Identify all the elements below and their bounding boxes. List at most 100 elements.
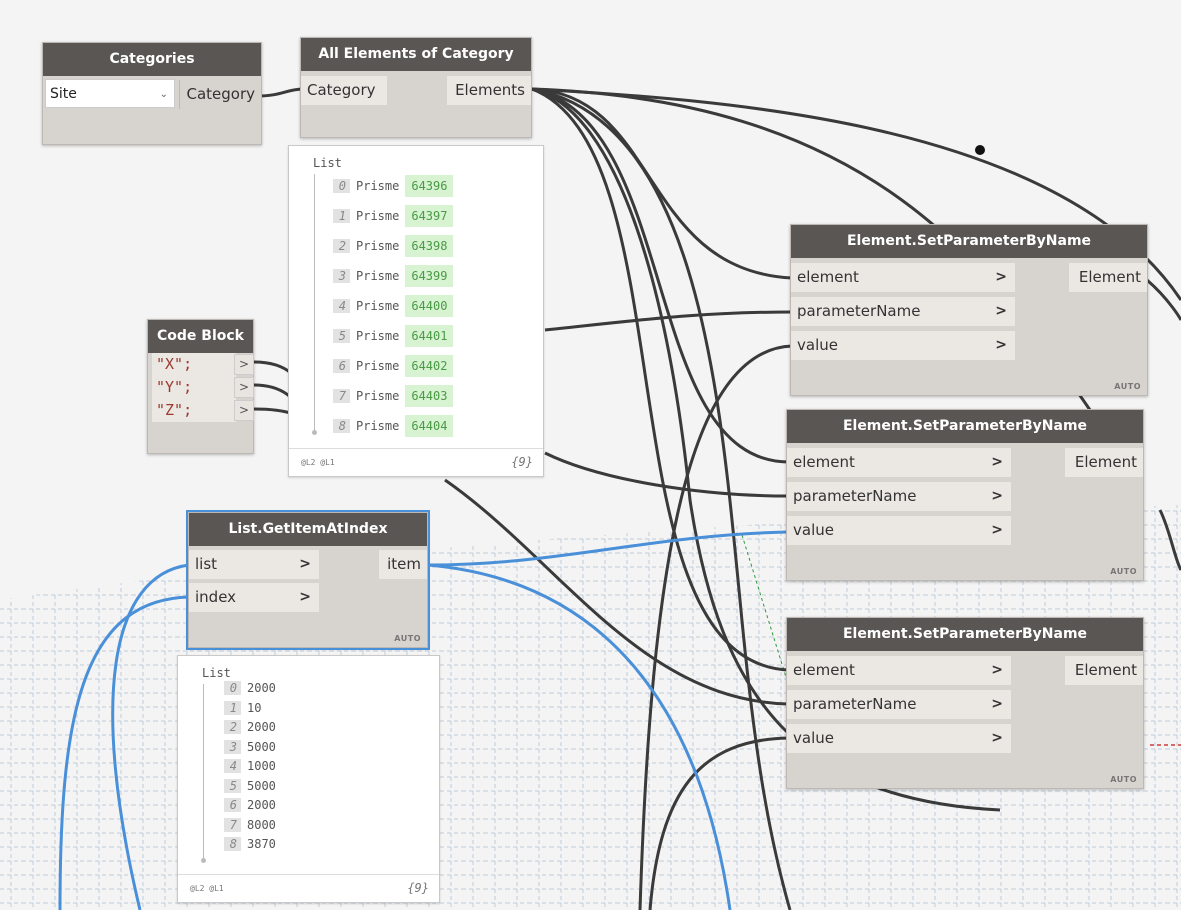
chevron-right-icon: > — [991, 696, 1003, 712]
input-port-parametername[interactable]: parameterName > — [787, 482, 1011, 511]
node-title: Element.SetParameterByName — [791, 225, 1147, 258]
port-label: element — [797, 268, 859, 286]
item-index: 1 — [224, 700, 241, 715]
input-port-list[interactable]: list > — [189, 550, 319, 579]
item-value: 2000 — [247, 798, 276, 812]
list-item: 8 3870 — [224, 834, 276, 854]
input-port-category[interactable]: Category — [301, 76, 387, 105]
item-index: 5 — [224, 778, 241, 793]
dropdown-value: Site — [50, 86, 77, 102]
port-label: parameterName — [793, 695, 917, 713]
output-port-z[interactable]: > — [234, 400, 254, 421]
node-all-elements-of-category[interactable]: All Elements of Category Category Elemen… — [300, 37, 532, 138]
lacing-label[interactable]: AUTO — [1110, 567, 1137, 576]
input-port-value[interactable]: value > — [787, 516, 1011, 545]
input-port-element[interactable]: element > — [787, 448, 1011, 477]
item-value: 10 — [247, 700, 262, 715]
input-port-element[interactable]: element > — [787, 656, 1011, 685]
input-port-value[interactable]: value > — [791, 331, 1015, 360]
node-setparameterbyname-1[interactable]: Element.SetParameterByName element > para… — [790, 224, 1148, 396]
preview-footer: @L2 @L1 {9} — [289, 448, 543, 476]
origin-dot — [975, 145, 985, 155]
item-value: 3870 — [247, 837, 276, 851]
node-setparameterbyname-2[interactable]: Element.SetParameterByName element > para… — [786, 409, 1144, 581]
port-label: value — [797, 336, 838, 354]
preview-list-title: List — [313, 156, 342, 170]
list-item: 0 Prisme 64396 — [333, 174, 454, 198]
list-item: 2 2000 — [224, 717, 276, 737]
category-dropdown[interactable]: Site ⌄ — [45, 79, 175, 108]
list-item: 8 Prisme 64404 — [333, 414, 454, 438]
list-item: 6 Prisme 64402 — [333, 354, 454, 378]
node-list-getitematindex[interactable]: List.GetItemAtIndex list > index > item … — [186, 510, 430, 650]
wire-y-param — [544, 451, 789, 498]
item-index: 3 — [333, 269, 350, 283]
node-title: Code Block — [148, 320, 253, 353]
wire-elements-2 — [531, 87, 789, 464]
input-port-parametername[interactable]: parameterName > — [791, 297, 1015, 326]
item-name: Prisme — [356, 419, 400, 433]
port-label: element — [793, 661, 855, 679]
chevron-down-icon: ⌄ — [159, 89, 168, 100]
output-port-element[interactable]: Element — [1064, 656, 1143, 685]
item-id: 64401 — [405, 325, 454, 347]
item-id: 64396 — [405, 175, 454, 197]
lacing-label[interactable]: AUTO — [394, 634, 421, 643]
item-id: 64404 — [405, 415, 454, 437]
output-port-item[interactable]: item — [379, 550, 427, 579]
list-levels[interactable]: @L2 @L1 — [301, 458, 335, 467]
item-index: 7 — [224, 817, 241, 832]
list-tree-end — [312, 430, 317, 435]
input-port-element[interactable]: element > — [791, 263, 1015, 292]
list-tree-line — [314, 174, 315, 432]
node-title: Categories — [43, 43, 261, 76]
item-index: 6 — [333, 359, 350, 373]
node-setparameterbyname-3[interactable]: Element.SetParameterByName element > para… — [786, 617, 1144, 789]
node-title: List.GetItemAtIndex — [189, 513, 427, 546]
list-levels[interactable]: @L2 @L1 — [190, 884, 224, 893]
node-code-block[interactable]: Code Block "X"; "Y"; "Z"; > > > — [147, 319, 254, 454]
code-line-y[interactable]: "Y"; — [152, 376, 236, 399]
item-index: 2 — [333, 239, 350, 253]
output-port-element[interactable]: Element — [1068, 263, 1147, 292]
preview-values: List 0 2000 1 10 2 2000 3 5000 4 1000 5 5000 6 2000 7 8… — [177, 655, 440, 903]
lacing-label[interactable]: AUTO — [1114, 382, 1141, 391]
output-port-elements[interactable]: Elements — [447, 76, 531, 105]
lacing-label[interactable]: AUTO — [1110, 775, 1137, 784]
item-index: 4 — [333, 299, 350, 313]
item-count: {9} — [511, 455, 533, 469]
input-port-value[interactable]: value > — [787, 724, 1011, 753]
code-line-z[interactable]: "Z"; — [152, 399, 236, 422]
output-port-category[interactable]: Category — [179, 80, 261, 109]
port-label: index — [195, 588, 237, 606]
chevron-right-icon: > — [991, 730, 1003, 746]
item-index: 7 — [333, 389, 350, 403]
list-item: 7 8000 — [224, 815, 276, 835]
list-item: 3 Prisme 64399 — [333, 264, 454, 288]
code-line-x[interactable]: "X"; — [152, 353, 236, 376]
node-title: Element.SetParameterByName — [787, 618, 1143, 651]
list-item: 5 5000 — [224, 776, 276, 796]
chevron-right-icon: > — [991, 488, 1003, 504]
node-categories[interactable]: Categories Site ⌄ Category — [42, 42, 262, 145]
list-item: 1 Prisme 64397 — [333, 204, 454, 228]
output-port-element[interactable]: Element — [1064, 448, 1143, 477]
chevron-right-icon: > — [299, 589, 311, 605]
item-count: {9} — [407, 881, 429, 895]
item-index: 0 — [224, 681, 241, 695]
output-port-x[interactable]: > — [234, 354, 254, 375]
item-index: 0 — [333, 179, 350, 193]
item-id: 64403 — [405, 385, 454, 407]
item-value: 2000 — [247, 681, 276, 695]
input-port-index[interactable]: index > — [189, 583, 319, 612]
input-port-parametername[interactable]: parameterName > — [787, 690, 1011, 719]
list-tree-line — [203, 684, 204, 860]
item-name: Prisme — [356, 329, 400, 343]
node-title: All Elements of Category — [301, 38, 531, 71]
wire-category — [257, 87, 303, 98]
item-name: Prisme — [356, 359, 400, 373]
item-index: 5 — [333, 329, 350, 343]
chevron-right-icon: > — [995, 269, 1007, 285]
output-port-y[interactable]: > — [234, 377, 254, 398]
chevron-right-icon: > — [991, 454, 1003, 470]
